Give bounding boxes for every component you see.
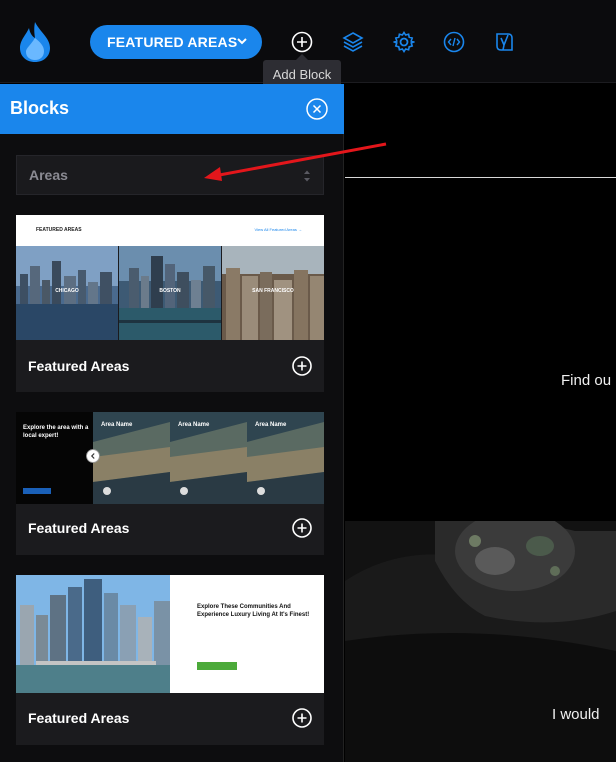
preview-button [23,488,51,494]
block-preview: Explore These Communities And Experience… [16,575,324,693]
chevron-down-icon [237,38,247,45]
gear-icon[interactable] [393,31,415,53]
code-icon[interactable] [443,31,465,53]
preview-heading: Explore These Communities And Experience… [197,604,310,618]
find-out-text: Find ou [561,372,612,389]
city-name: CHICAGO [55,288,79,294]
area-tile: Area Name [93,412,170,504]
chevron-left-icon [86,449,100,463]
block-preview: FEATURED AREAS View All Featured Areas → [16,215,324,340]
area-name: Area Name [255,422,287,428]
panel-title: Blocks [10,98,70,118]
preview-intro: Explore the area with a local expert! [16,412,93,504]
preview-heading: Explore the area with a local expert! [23,425,89,439]
panel-header: Blocks [0,84,344,134]
area-tile: Area Name [170,412,247,504]
preview-title: FEATURED AREAS [36,227,82,233]
page-select-label: FEATURED AREAS [107,34,238,50]
add-circle-icon[interactable] [292,356,312,376]
page-select-button[interactable]: FEATURED AREAS [90,25,262,59]
area-name: Area Name [178,422,210,428]
preview-button [197,662,237,670]
preview-photo [16,575,170,693]
card-footer: Featured Areas [16,342,324,392]
block-card[interactable]: Explore These Communities And Experience… [16,575,324,745]
hero-image [345,521,616,762]
block-preview: Explore the area with a local expert! Ar… [16,412,324,504]
block-card-label: Featured Areas [28,520,130,536]
add-circle-icon[interactable] [292,708,312,728]
add-block-icon[interactable] [291,31,313,53]
would-text: I would [552,706,600,723]
close-icon[interactable] [306,98,328,120]
category-select-value: Areas [29,167,68,183]
city-tile: BOSTON [119,246,221,340]
city-name: BOSTON [159,288,181,294]
block-card[interactable]: Explore the area with a local expert! Ar… [16,412,324,555]
top-toolbar: FEATURED AREAS Add Block [0,0,616,88]
area-tile: Area Name [247,412,324,504]
annotation-arrow-icon [204,142,387,181]
add-circle-icon[interactable] [292,518,312,538]
block-card-label: Featured Areas [28,710,130,726]
yoast-icon[interactable] [493,31,515,53]
preview-header: FEATURED AREAS View All Featured Areas → [16,215,324,246]
app-root: Find ou I would FEATURED AREAS Add Block… [0,0,616,762]
block-card[interactable]: FEATURED AREAS View All Featured Areas → [16,215,324,392]
preview-link: View All Featured Areas → [254,227,302,232]
city-name: SAN FRANCISCO [252,288,294,294]
block-card-label: Featured Areas [28,358,130,374]
city-tile: CHICAGO [16,246,118,340]
layers-icon[interactable] [342,31,364,53]
brand-logo-icon[interactable] [18,20,52,64]
city-tile: SAN FRANCISCO [222,246,324,340]
preview-text-panel: Explore These Communities And Experience… [170,575,324,693]
card-footer: Featured Areas [16,694,324,744]
area-name: Area Name [101,422,133,428]
card-footer: Featured Areas [16,504,324,554]
